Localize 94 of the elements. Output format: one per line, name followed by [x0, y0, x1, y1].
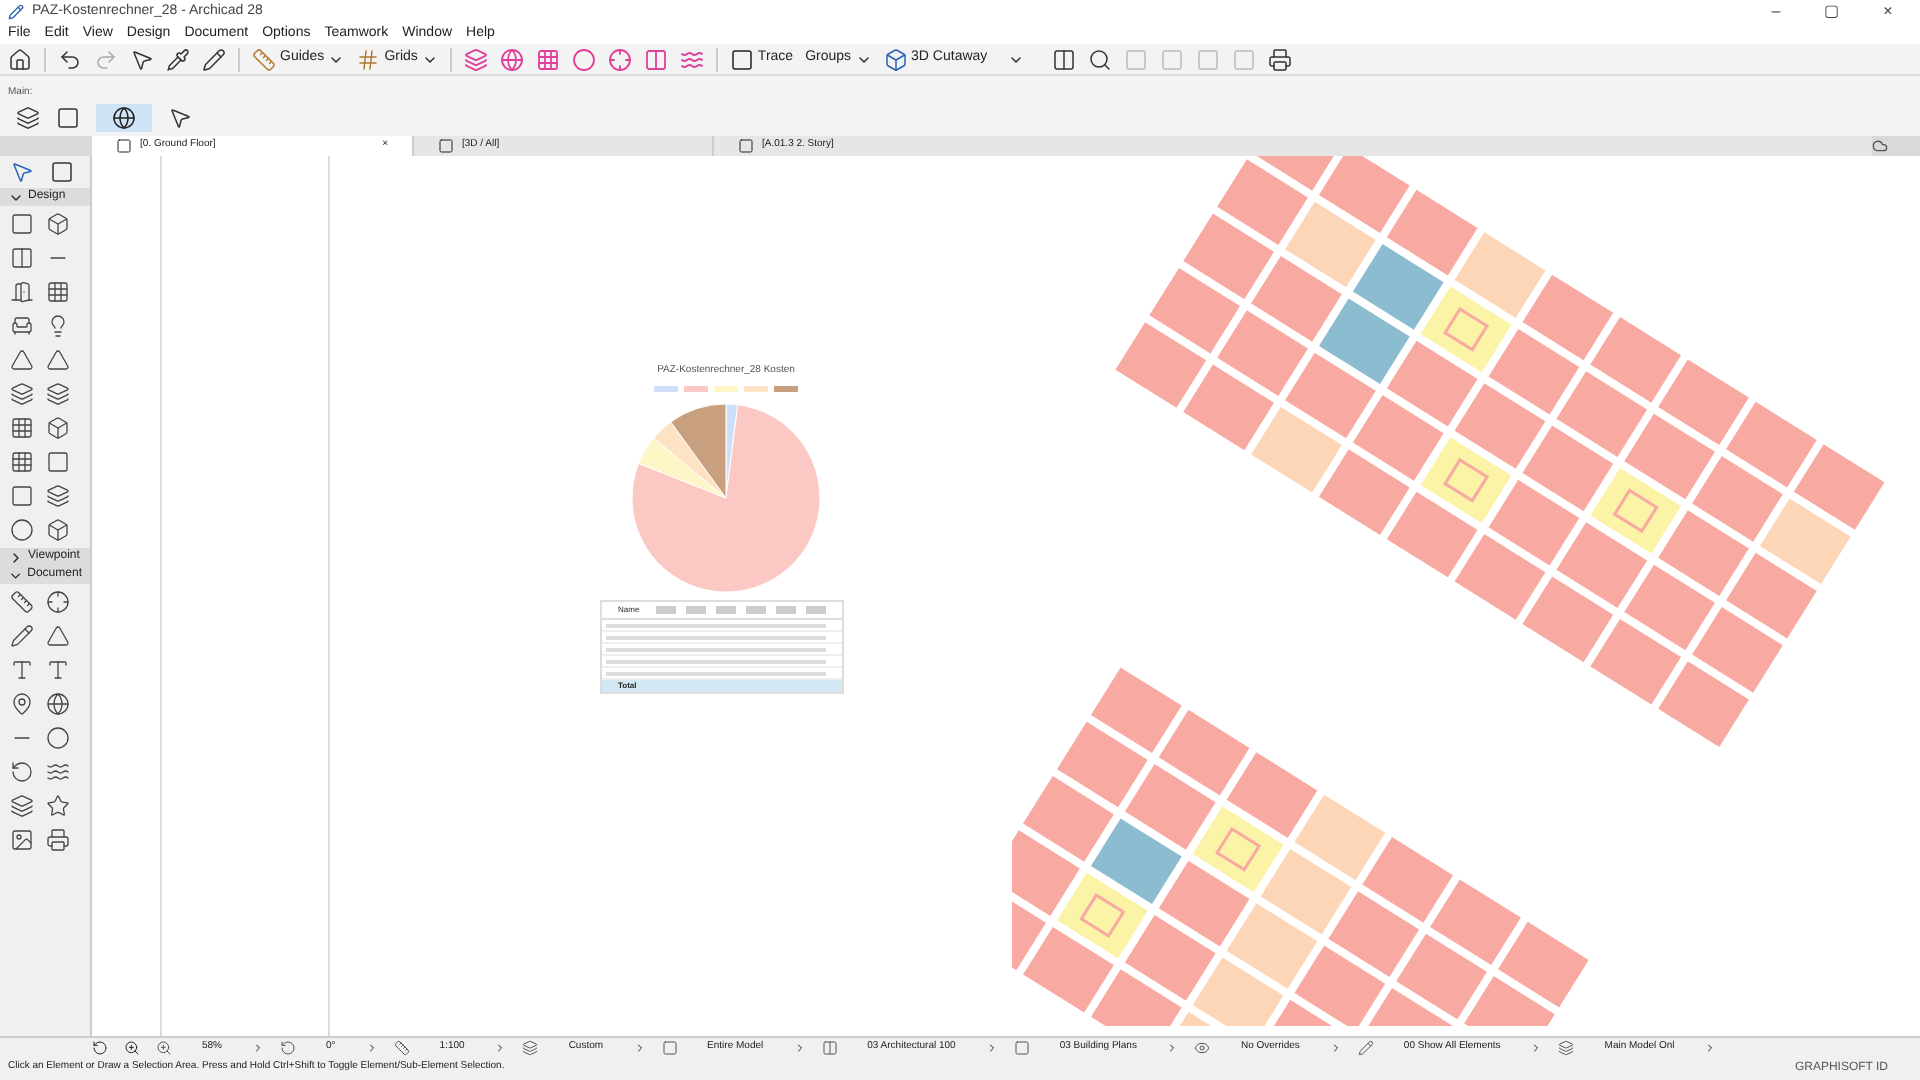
tool-icon[interactable]	[45, 280, 69, 304]
status-option-icon	[522, 1039, 539, 1055]
view-option-icon[interactable]	[535, 47, 560, 71]
status-option-icon	[1558, 1039, 1575, 1055]
tool-icon[interactable]	[10, 382, 34, 406]
view-icon	[438, 138, 454, 154]
view-option-icon[interactable]	[679, 47, 704, 71]
caret-icon	[252, 1041, 265, 1053]
tool-icon[interactable]	[10, 416, 34, 440]
zoom-icon[interactable]	[124, 1039, 140, 1055]
caret-icon	[494, 1041, 507, 1053]
status-option-icon	[661, 1039, 678, 1055]
status-option-icon	[1013, 1039, 1030, 1055]
tool-icon[interactable]	[45, 692, 69, 716]
view-option-icon[interactable]	[499, 47, 524, 71]
status-option-icon	[393, 1039, 410, 1055]
view-option-icon[interactable]	[607, 47, 632, 71]
undo-view-icon[interactable]	[92, 1039, 108, 1055]
tool-icon[interactable]	[10, 348, 34, 372]
ruler-icon	[252, 47, 276, 71]
tool-icon[interactable]	[10, 828, 34, 852]
close-button[interactable]: ×	[1864, 0, 1912, 24]
view-icon[interactable]	[56, 106, 80, 130]
pen-icon[interactable]	[202, 47, 226, 71]
view-icon	[116, 138, 132, 154]
tool-icon[interactable]	[10, 484, 34, 508]
tool-icon[interactable]	[10, 794, 34, 818]
tool-icon[interactable]	[45, 590, 69, 614]
caret-icon	[985, 1041, 998, 1053]
tool-icon[interactable]	[45, 794, 69, 818]
undo-icon[interactable]	[58, 47, 82, 71]
status-option-icon	[280, 1039, 297, 1055]
tool-icon[interactable]	[45, 416, 69, 440]
tool-icon[interactable]	[10, 590, 34, 614]
tool-icon[interactable]	[10, 246, 34, 270]
app-icon	[8, 4, 24, 20]
tool-icon[interactable]	[10, 624, 34, 648]
status-option-icon	[1357, 1039, 1374, 1055]
tool-icon[interactable]	[45, 314, 69, 338]
cloud-icon[interactable]	[1872, 138, 1888, 154]
tool-icon[interactable]	[45, 518, 69, 542]
tool-icon[interactable]	[10, 658, 34, 682]
tool-icon[interactable]	[45, 658, 69, 682]
fit-icon[interactable]	[1051, 47, 1076, 71]
caret-icon	[1329, 1041, 1342, 1053]
caret-icon	[1166, 1041, 1179, 1053]
cube-icon	[883, 47, 908, 71]
tool-icon[interactable]	[45, 450, 69, 474]
caret-icon	[1530, 1041, 1543, 1053]
tool-icon[interactable]	[45, 348, 69, 372]
tool-icon[interactable]	[10, 212, 34, 236]
legend-swatch	[714, 385, 738, 391]
tool-icon[interactable]	[45, 484, 69, 508]
view-option-icon[interactable]	[463, 47, 488, 71]
maximize-button[interactable]: ▢	[1808, 0, 1856, 24]
caret-icon	[1704, 1041, 1717, 1053]
legend-swatch	[774, 385, 798, 391]
marquee-tool-icon[interactable]	[50, 160, 74, 184]
home-icon[interactable]	[8, 47, 32, 71]
minimize-button[interactable]: –	[1752, 0, 1800, 24]
trace-icon	[729, 47, 754, 71]
legend-swatch	[744, 385, 768, 391]
view-option-icon[interactable]	[571, 47, 596, 71]
tool-icon[interactable]	[10, 450, 34, 474]
status-option-icon	[821, 1039, 838, 1055]
view-option-icon[interactable]	[643, 47, 668, 71]
tool-icon[interactable]	[45, 760, 69, 784]
caret-icon	[793, 1041, 806, 1053]
pointer-icon[interactable]	[130, 47, 154, 71]
arrow-tool-icon[interactable]	[10, 160, 34, 184]
tool-icon[interactable]	[45, 382, 69, 406]
grid-icon	[356, 47, 381, 71]
status-option-icon	[156, 1039, 172, 1055]
tool-icon[interactable]	[10, 518, 34, 542]
tool-icon[interactable]	[45, 624, 69, 648]
tool-icon[interactable]	[45, 828, 69, 852]
legend-swatch	[684, 385, 708, 391]
status-option-icon	[1194, 1039, 1211, 1055]
publish-icon[interactable]	[1267, 47, 1292, 71]
caret-icon	[365, 1041, 378, 1053]
layer-icon[interactable]	[16, 106, 40, 130]
tool-icon[interactable]	[45, 212, 69, 236]
legend-swatch	[654, 385, 678, 391]
tool-icon[interactable]	[45, 726, 69, 750]
search-icon[interactable]	[1087, 47, 1112, 71]
arrow-tool-icon[interactable]	[168, 106, 192, 130]
pipette-icon[interactable]	[166, 47, 190, 71]
view-icon	[738, 138, 754, 154]
tool-icon[interactable]	[10, 760, 34, 784]
pan-icon[interactable]	[96, 104, 152, 132]
caret-icon	[633, 1041, 646, 1053]
tool-icon[interactable]	[10, 692, 34, 716]
tool-icon[interactable]	[10, 314, 34, 338]
tool-icon[interactable]	[10, 280, 34, 304]
